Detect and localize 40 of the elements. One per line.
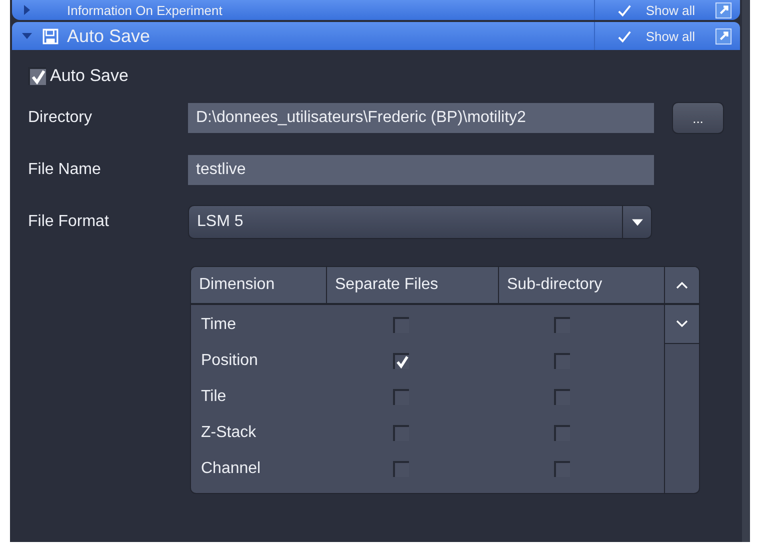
dropdown[interactable]: LSM 5	[188, 205, 652, 239]
column-header: Dimension	[191, 267, 327, 303]
table-cell-text: Time	[200, 316, 237, 334]
chevron-up-icon	[676, 281, 688, 289]
checkbox[interactable]	[392, 389, 408, 405]
checkbox[interactable]	[554, 425, 570, 441]
browse-button[interactable]: ...	[672, 102, 724, 134]
table-cell-text: Channel	[200, 460, 262, 478]
text-field[interactable]: testlive	[188, 155, 654, 185]
section-title: Information On Experiment	[67, 2, 224, 18]
checkbox[interactable]	[392, 353, 408, 369]
check-icon	[616, 28, 632, 44]
undock-icon[interactable]	[715, 28, 732, 44]
column-header: Separate Files	[327, 267, 499, 303]
field-label: File Name	[28, 161, 102, 179]
checkbox[interactable]	[392, 425, 408, 441]
chevron-down-icon	[676, 320, 688, 328]
table-cell-text: Tile	[200, 388, 228, 406]
caret-icon	[632, 218, 642, 226]
section-title: Auto Save	[67, 26, 152, 46]
field-label: File Format	[28, 213, 110, 231]
field-label: Directory	[28, 109, 94, 127]
undock-icon[interactable]	[715, 2, 732, 18]
checkbox[interactable]	[554, 389, 570, 405]
table-cell-text: Z-Stack	[200, 424, 258, 442]
text-field[interactable]: D:\donnees_utilisateurs\Frederic (BP)\motility2	[188, 103, 654, 133]
check-icon	[30, 69, 46, 85]
checkbox[interactable]	[392, 317, 408, 333]
show-all-toggle[interactable]: Show all	[594, 0, 707, 20]
check-icon	[616, 2, 632, 18]
scroll-down-button[interactable]	[665, 305, 699, 344]
auto-save-checkbox[interactable]: Auto Save	[28, 60, 128, 92]
section-header[interactable]: Information On Experiment Show all	[12, 0, 740, 20]
section-header[interactable]: Auto Save Show all	[12, 22, 740, 50]
checkbox[interactable]	[554, 317, 570, 333]
checkbox[interactable]	[554, 461, 570, 477]
checkbox[interactable]	[554, 353, 570, 369]
checkbox[interactable]	[392, 461, 408, 477]
show-all-toggle[interactable]: Show all	[594, 22, 707, 50]
table-cell-text: Position	[200, 352, 259, 370]
